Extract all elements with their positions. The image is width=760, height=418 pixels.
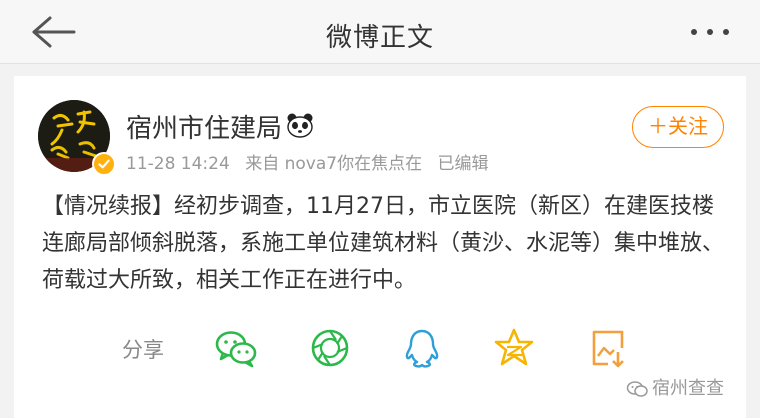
qzone-star-icon[interactable] — [492, 326, 536, 370]
wechat-icon[interactable] — [214, 326, 258, 370]
watermark-text: 宿州查查 — [652, 378, 724, 399]
post-source[interactable]: 来自 nova7你在焦点在 — [245, 154, 422, 174]
share-bar: 分享 — [14, 322, 746, 372]
verified-badge-icon — [92, 152, 116, 176]
wechat-official-account-icon — [626, 381, 648, 397]
qq-icon[interactable] — [400, 326, 444, 370]
panda-icon — [287, 113, 313, 138]
post-body-text: 【情况续报】经初步调查，11月27日，市立医院（新区）在建医技楼连廊局部倾斜脱落… — [42, 194, 725, 293]
wechat-moments-icon[interactable] — [308, 326, 352, 370]
username[interactable]: 宿州市住建局 — [126, 108, 282, 145]
share-label: 分享 — [122, 338, 164, 362]
post-meta: 11-28 14:24 来自 nova7你在焦点在 已编辑 — [126, 149, 498, 174]
save-image-icon[interactable] — [586, 326, 630, 370]
more-dots-icon[interactable] — [688, 22, 732, 42]
weibo-post-card: 宿州市住建局 11-28 14:24 来自 nova7你在焦点在 已编辑 ＋关注… — [14, 76, 746, 418]
wechat-account-watermark: 宿州查查 — [626, 374, 724, 400]
follow-button[interactable]: ＋关注 — [632, 106, 724, 148]
post-time: 11-28 14:24 — [126, 154, 230, 174]
top-navbar: 微博正文 — [0, 0, 760, 64]
edited-label[interactable]: 已编辑 — [437, 154, 488, 174]
page-title: 微博正文 — [325, 23, 434, 53]
